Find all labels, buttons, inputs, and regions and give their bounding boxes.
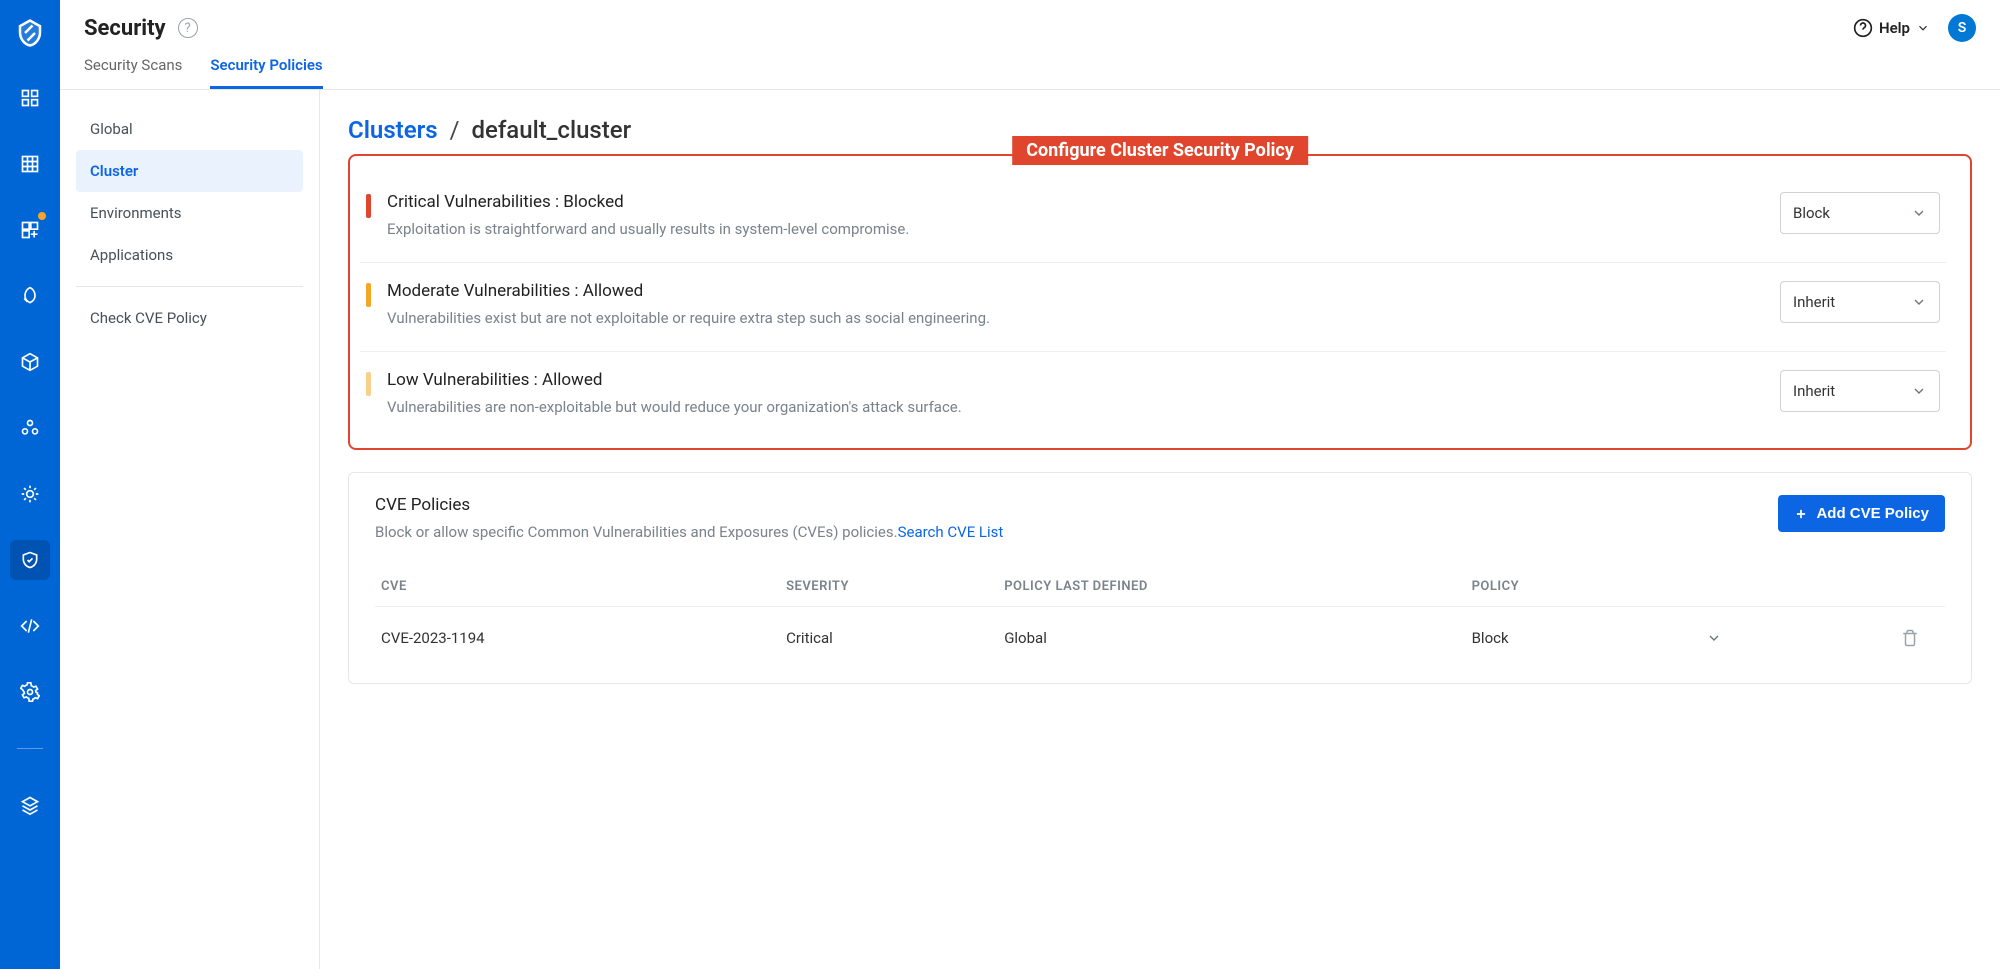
sidebar-item-environments[interactable]: Environments	[76, 192, 303, 234]
vuln-low-select[interactable]: Inherit	[1780, 370, 1940, 412]
col-defined: POLICY LAST DEFINED	[1004, 579, 1471, 594]
vuln-moderate-title: Moderate Vulnerabilities : Allowed	[387, 281, 1764, 301]
nav-cube-icon[interactable]	[10, 342, 50, 382]
policies-sidebar: Global Cluster Environments Applications…	[60, 90, 320, 969]
header-tabs: Security Scans Security Policies	[84, 56, 1976, 89]
vuln-critical-title: Critical Vulnerabilities : Blocked	[387, 192, 1764, 212]
cve-policies-desc: Block or allow specific Common Vulnerabi…	[375, 523, 898, 541]
user-avatar[interactable]: S	[1948, 14, 1976, 42]
nav-grid-icon[interactable]	[10, 144, 50, 184]
help-icon	[1853, 18, 1873, 38]
cve-table-header: CVE SEVERITY POLICY LAST DEFINED POLICY	[375, 567, 1945, 607]
cve-policy-value: Block	[1472, 629, 1509, 647]
nav-apps-icon[interactable]	[10, 210, 50, 250]
help-menu[interactable]: Help	[1853, 18, 1930, 38]
breadcrumb-current: default_cluster	[471, 116, 631, 144]
main-content: Clusters / default_cluster Configure Clu…	[320, 90, 2000, 969]
add-cve-policy-button[interactable]: Add CVE Policy	[1778, 495, 1945, 532]
severity-bar-low-icon	[366, 372, 371, 396]
vuln-low-select-value: Inherit	[1793, 382, 1835, 400]
vuln-row-low: Low Vulnerabilities : Allowed Vulnerabil…	[360, 352, 1946, 440]
vuln-row-moderate: Moderate Vulnerabilities : Allowed Vulne…	[360, 263, 1946, 352]
cve-defined: Global	[1004, 629, 1471, 647]
col-cve: CVE	[381, 579, 786, 594]
callout-label: Configure Cluster Security Policy	[1012, 136, 1308, 165]
sidebar-item-check-cve[interactable]: Check CVE Policy	[76, 297, 303, 339]
tab-security-policies[interactable]: Security Policies	[210, 56, 322, 89]
page-title: Security	[84, 16, 166, 41]
vuln-critical-select-value: Block	[1793, 204, 1830, 222]
nav-layers-icon[interactable]	[10, 785, 50, 825]
vuln-moderate-desc: Vulnerabilities exist but are not exploi…	[387, 309, 1764, 327]
chevron-down-icon	[1911, 294, 1927, 310]
sidebar-divider	[76, 286, 303, 287]
nav-security-shield-icon[interactable]	[10, 540, 50, 580]
vuln-critical-desc: Exploitation is straightforward and usua…	[387, 220, 1764, 238]
vuln-low-desc: Vulnerabilities are non-exploitable but …	[387, 398, 1764, 416]
vulnerability-policy-card: Configure Cluster Security Policy Critic…	[348, 154, 1972, 450]
vuln-critical-select[interactable]: Block	[1780, 192, 1940, 234]
vuln-low-title: Low Vulnerabilities : Allowed	[387, 370, 1764, 390]
cve-id: CVE-2023-1194	[381, 629, 786, 647]
plus-icon	[1794, 507, 1808, 521]
vuln-moderate-select-value: Inherit	[1793, 293, 1835, 311]
severity-bar-critical-icon	[366, 194, 371, 218]
chevron-down-icon	[1911, 205, 1927, 221]
breadcrumb-root[interactable]: Clusters	[348, 116, 438, 144]
severity-bar-moderate-icon	[366, 283, 371, 307]
chevron-down-icon	[1916, 21, 1930, 35]
nav-config-gear-icon[interactable]	[10, 672, 50, 712]
chevron-down-icon	[1706, 630, 1722, 646]
sidebar-item-applications[interactable]: Applications	[76, 234, 303, 276]
vuln-moderate-select[interactable]: Inherit	[1780, 281, 1940, 323]
col-severity: SEVERITY	[786, 579, 1004, 594]
delete-cve-icon[interactable]	[1901, 629, 1919, 647]
cve-severity: Critical	[786, 629, 1004, 647]
vuln-row-critical: Critical Vulnerabilities : Blocked Explo…	[360, 174, 1946, 263]
cve-table-row: CVE-2023-1194 Critical Global Block	[375, 607, 1945, 669]
app-logo-icon	[15, 18, 45, 48]
col-policy: POLICY	[1472, 579, 1752, 594]
page-title-help-icon[interactable]: ?	[178, 18, 198, 38]
left-nav-rail	[0, 0, 60, 969]
chevron-down-icon	[1911, 383, 1927, 399]
sidebar-item-cluster[interactable]: Cluster	[76, 150, 303, 192]
tab-security-scans[interactable]: Security Scans	[84, 56, 182, 89]
nav-cluster-icon[interactable]	[10, 408, 50, 448]
search-cve-list-link[interactable]: Search CVE List	[898, 523, 1004, 541]
nav-settings-gear-icon[interactable]	[10, 474, 50, 514]
nav-dashboard-icon[interactable]	[10, 78, 50, 118]
cve-policy-select[interactable]: Block	[1472, 629, 1752, 647]
sidebar-item-global[interactable]: Global	[76, 108, 303, 150]
breadcrumb-sep: /	[450, 116, 460, 144]
nav-rocket-icon[interactable]	[10, 276, 50, 316]
cve-policies-card: CVE Policies Block or allow specific Com…	[348, 472, 1972, 684]
help-label: Help	[1879, 19, 1910, 37]
rail-divider	[17, 748, 43, 749]
page-header: Security ? Help S Security Scans Securit…	[60, 0, 2000, 90]
nav-code-icon[interactable]	[10, 606, 50, 646]
cve-policies-title: CVE Policies	[375, 495, 1003, 515]
add-cve-policy-label: Add CVE Policy	[1816, 505, 1929, 522]
